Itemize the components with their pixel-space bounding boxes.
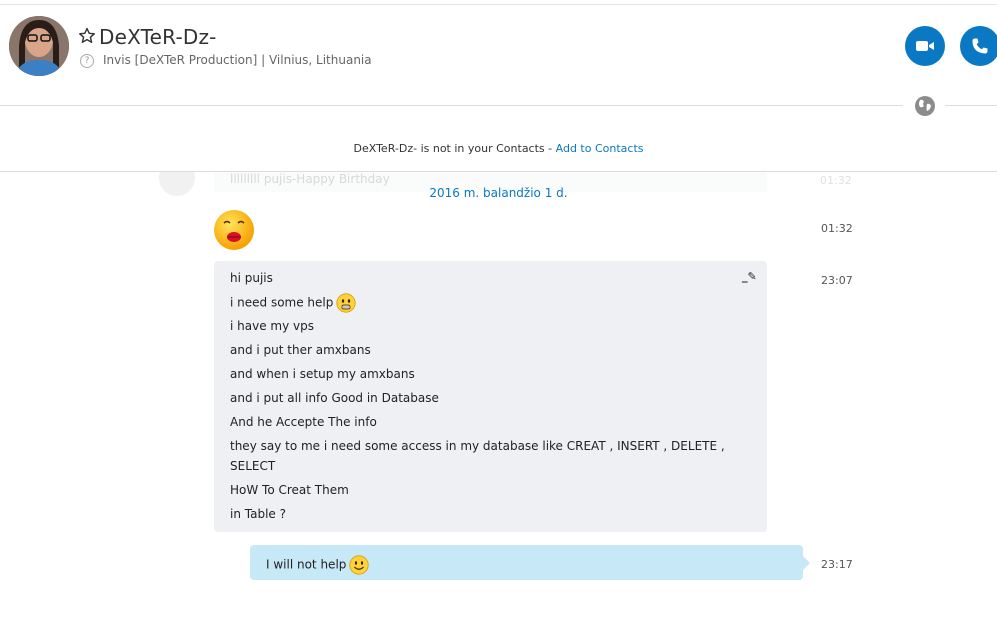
message-time: 23:17 — [821, 558, 853, 571]
header-divider-right — [945, 105, 997, 106]
favorite-star-icon[interactable] — [78, 27, 96, 45]
phone-icon — [972, 38, 988, 54]
message-time: 23:07 — [821, 274, 853, 287]
audio-call-button[interactable] — [960, 26, 997, 66]
chat-header: DeXTeR-Dz- ? Invis [DeXTeR Production] |… — [0, 5, 997, 105]
contact-name: DeXTeR-Dz- — [99, 25, 217, 49]
message-line: And he Accepte The info — [230, 415, 377, 429]
message-line: and i put ther amxbans — [230, 343, 371, 357]
avatar[interactable] — [9, 16, 69, 76]
contact-status: Invis [DeXTeR Production] | Vilnius, Lit… — [103, 53, 372, 67]
kiss-emoticon-icon — [214, 210, 254, 250]
notice-text: DeXTeR-Dz- is not in your Contacts - — [353, 142, 556, 155]
header-divider — [0, 105, 903, 106]
message-time: 01:32 — [821, 222, 853, 235]
bubble-tail — [803, 556, 810, 570]
message-line-text: I will not help — [266, 557, 347, 572]
video-camera-icon — [916, 41, 934, 51]
status-unknown-icon: ? — [80, 54, 94, 68]
message-line: i have my vps — [230, 319, 314, 333]
globe-icon[interactable] — [913, 94, 937, 118]
message-line: and when i setup my amxbans — [230, 367, 415, 381]
date-separator: 2016 m. balandžio 1 d. — [429, 186, 568, 200]
message-line: hi pujis — [230, 271, 273, 285]
smile-emoticon-icon — [349, 555, 369, 575]
message-line: I will not help — [266, 555, 369, 575]
message-line: in Table ? — [230, 507, 286, 521]
message-line: and i put all info Good in Database — [230, 391, 439, 405]
video-call-button[interactable] — [905, 26, 945, 66]
message-line-text: i need some help — [230, 295, 334, 310]
not-in-contacts-notice: DeXTeR-Dz- is not in your Contacts - Add… — [0, 142, 997, 155]
message-line: they say to me i need some access in my … — [230, 439, 725, 453]
message-line: HoW To Creat Them — [230, 483, 349, 497]
edit-pencil-icon[interactable]: _✎ — [742, 270, 757, 284]
message-text: lllllllll pujis-Happy Birthday — [230, 172, 390, 186]
message-line: SELECT — [230, 459, 276, 473]
add-to-contacts-link[interactable]: Add to Contacts — [556, 142, 644, 155]
worried-emoticon-icon — [336, 293, 356, 313]
message-line: i need some help — [230, 293, 356, 313]
